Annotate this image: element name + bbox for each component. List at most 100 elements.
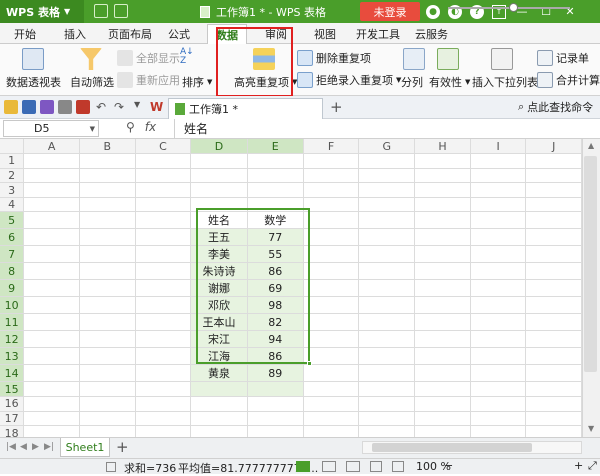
- grid-row[interactable]: 7 李美 55: [0, 245, 582, 264]
- row-header[interactable]: 10: [0, 296, 25, 315]
- cell[interactable]: [414, 182, 471, 198]
- cell-name[interactable]: 宋江: [190, 330, 248, 349]
- cell[interactable]: [525, 396, 582, 412]
- cell[interactable]: [470, 197, 527, 213]
- cell-score[interactable]: 82: [247, 313, 304, 332]
- cell[interactable]: [135, 396, 192, 412]
- cell[interactable]: [358, 228, 416, 247]
- cell[interactable]: [470, 279, 527, 298]
- cell[interactable]: [358, 330, 416, 349]
- cell-score[interactable]: 89: [247, 364, 304, 383]
- add-sheet-button[interactable]: +: [116, 438, 129, 456]
- horizontal-scroll-thumb[interactable]: [372, 443, 532, 452]
- cell[interactable]: [414, 347, 471, 366]
- tab-cloud[interactable]: 云服务: [415, 26, 448, 42]
- cell[interactable]: [135, 330, 192, 349]
- print-icon[interactable]: [58, 100, 72, 114]
- cell[interactable]: [358, 279, 416, 298]
- grid-row[interactable]: 9 谢娜 69: [0, 279, 582, 298]
- cell[interactable]: [525, 279, 582, 298]
- grid-row[interactable]: 3: [0, 182, 582, 198]
- row-header[interactable]: 18: [0, 425, 25, 437]
- cell[interactable]: [358, 197, 416, 213]
- cell[interactable]: [23, 262, 80, 281]
- cell[interactable]: [23, 245, 80, 264]
- cell[interactable]: [470, 396, 527, 412]
- cell[interactable]: [303, 411, 360, 427]
- cell[interactable]: [135, 313, 192, 332]
- cell[interactable]: [414, 168, 471, 184]
- login-button[interactable]: 未登录: [360, 2, 420, 21]
- cell[interactable]: [414, 197, 471, 213]
- find-command-button[interactable]: ⌕ 点此查找命令: [518, 99, 593, 115]
- column-header-h[interactable]: H: [414, 139, 471, 155]
- cell[interactable]: [79, 396, 136, 412]
- cell[interactable]: [23, 279, 80, 298]
- page-break-view-icon[interactable]: [346, 461, 360, 472]
- cell[interactable]: [470, 228, 527, 247]
- save-icon[interactable]: [22, 100, 36, 114]
- cell[interactable]: [525, 153, 582, 169]
- cell[interactable]: [303, 211, 360, 230]
- cell-score[interactable]: 86: [247, 347, 304, 366]
- scroll-down-icon[interactable]: ▼: [588, 424, 594, 433]
- cell[interactable]: [358, 313, 416, 332]
- cell[interactable]: [414, 262, 471, 281]
- format-painter-icon[interactable]: [76, 100, 90, 114]
- column-header-e[interactable]: E: [247, 139, 304, 155]
- cell[interactable]: [23, 211, 80, 230]
- cell[interactable]: [135, 425, 192, 437]
- reading-mode-icon[interactable]: [370, 461, 382, 472]
- cell[interactable]: [247, 168, 304, 184]
- cell[interactable]: [303, 313, 360, 332]
- cell[interactable]: [303, 182, 360, 198]
- cell[interactable]: [135, 381, 192, 398]
- cell-score[interactable]: 55: [247, 245, 304, 264]
- cell[interactable]: [470, 262, 527, 281]
- tab-page-layout[interactable]: 页面布局: [108, 26, 152, 42]
- cell[interactable]: [358, 153, 416, 169]
- fill-handle[interactable]: [307, 361, 312, 366]
- pivot-table-button[interactable]: 数据透视表: [6, 74, 61, 90]
- cell[interactable]: [79, 425, 136, 437]
- cell[interactable]: [358, 425, 416, 437]
- cell[interactable]: [358, 296, 416, 315]
- cell[interactable]: [135, 153, 192, 169]
- cell[interactable]: [470, 245, 527, 264]
- cell[interactable]: [79, 182, 136, 198]
- cell[interactable]: [303, 296, 360, 315]
- header-cell-math[interactable]: 数学: [247, 211, 304, 230]
- cell[interactable]: [414, 425, 471, 437]
- spreadsheet-grid[interactable]: A B C D E F G H I J 1 2 3 4 5 姓名 数学 6 王五 77 7 李美 55 8…: [0, 139, 582, 437]
- cell[interactable]: [79, 381, 136, 398]
- grid-row[interactable]: 10 邓欣 98: [0, 296, 582, 315]
- tab-insert[interactable]: 插入: [64, 26, 86, 42]
- cell[interactable]: [525, 182, 582, 198]
- new-doc-icon[interactable]: [94, 4, 108, 18]
- row-header[interactable]: 3: [0, 182, 25, 198]
- tab-developer[interactable]: 开发工具: [356, 26, 400, 42]
- normal-view-icon[interactable]: [296, 461, 310, 472]
- cell[interactable]: [135, 197, 192, 213]
- prev-sheet-icon[interactable]: ◀: [20, 442, 27, 452]
- column-header-a[interactable]: A: [23, 139, 80, 155]
- column-header-g[interactable]: G: [358, 139, 416, 155]
- cell[interactable]: [525, 197, 582, 213]
- column-header-d[interactable]: D: [190, 139, 248, 155]
- cell[interactable]: [525, 296, 582, 315]
- cell[interactable]: [135, 168, 192, 184]
- cell[interactable]: [135, 211, 192, 230]
- grid-row[interactable]: 6 王五 77: [0, 228, 582, 247]
- cell[interactable]: [525, 168, 582, 184]
- autofilter-button[interactable]: 自动筛选: [70, 74, 114, 90]
- cell[interactable]: [247, 396, 304, 412]
- cell[interactable]: [79, 211, 136, 230]
- column-header-j[interactable]: J: [525, 139, 582, 155]
- cell[interactable]: [247, 197, 304, 213]
- grid-row[interactable]: 11 王本山 82: [0, 313, 582, 332]
- cell[interactable]: [247, 411, 304, 427]
- cell[interactable]: [470, 211, 527, 230]
- grid-row[interactable]: 14 黄泉 89: [0, 364, 582, 383]
- cell[interactable]: [190, 411, 248, 427]
- reject-duplicates-button[interactable]: 拒绝录入重复项 ▼: [297, 72, 401, 88]
